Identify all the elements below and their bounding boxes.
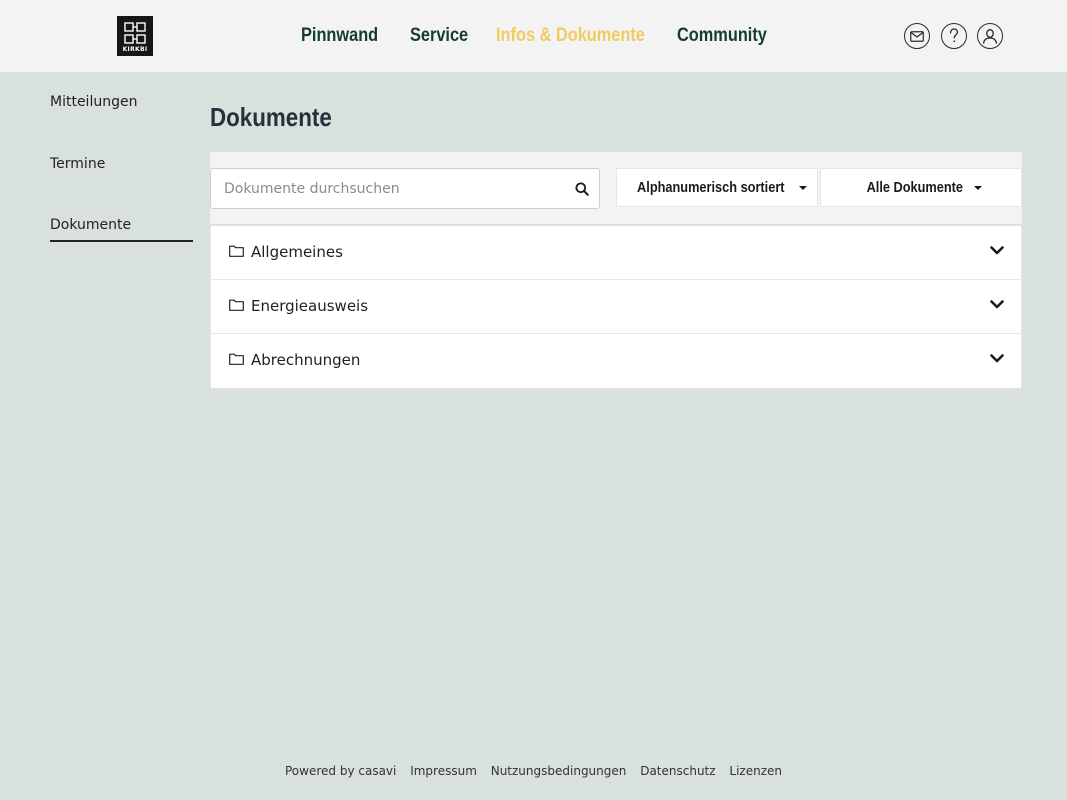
footer-link-nutzungsbedingungen[interactable]: Nutzungsbedingungen	[491, 764, 627, 778]
folder-icon	[229, 353, 244, 365]
sidebar-item-dokumente[interactable]: Dokumente	[50, 217, 194, 242]
nav-item-pinnwand[interactable]: Pinnwand	[301, 22, 378, 50]
user-button[interactable]	[977, 23, 1003, 49]
nav-item-infos-dokumente[interactable]: Infos & Dokumente	[496, 22, 645, 50]
search-box	[210, 168, 600, 209]
filter-dropdown[interactable]: Alle Dokumente	[820, 168, 1022, 207]
folder-icon	[229, 299, 244, 311]
sidebar-item-termine[interactable]: Termine	[50, 156, 105, 172]
search-icon[interactable]	[575, 182, 589, 196]
folder-icon	[229, 245, 244, 257]
folder-label: Allgemeines	[251, 243, 343, 261]
footer-link-impressum[interactable]: Impressum	[410, 764, 477, 778]
caret-down-icon	[973, 185, 982, 190]
folder-row-allgemeines[interactable]: Allgemeines	[211, 226, 1021, 280]
top-header: KIRKBI Pinnwand Service Infos & Dokument…	[0, 0, 1067, 72]
folder-label: Energieausweis	[251, 297, 369, 315]
footer-link-datenschutz[interactable]: Datenschutz	[640, 764, 715, 778]
nav-item-community[interactable]: Community	[677, 22, 767, 50]
document-toolbar: Alphanumerisch sortiert Alle Dokumente	[210, 152, 1022, 224]
sidebar-item-mitteilungen[interactable]: Mitteilungen	[50, 94, 137, 110]
sort-dropdown[interactable]: Alphanumerisch sortiert	[616, 168, 818, 207]
user-icon	[982, 29, 998, 44]
page-title: Dokumente	[210, 102, 332, 132]
filter-dropdown-label: Alle Dokumente	[866, 179, 964, 196]
mail-button[interactable]	[904, 23, 930, 49]
folder-row-energieausweis[interactable]: Energieausweis	[211, 280, 1021, 334]
sort-dropdown-label: Alphanumerisch sortiert	[637, 179, 785, 196]
nav-item-service[interactable]: Service	[410, 22, 468, 50]
help-button[interactable]	[941, 23, 967, 49]
search-input[interactable]	[211, 169, 571, 208]
footer-powered-by-link[interactable]: Powered by casavi	[285, 764, 396, 778]
folder-list: Allgemeines Energieausweis Abrechnungen	[210, 225, 1022, 389]
footer: Powered by casavi Impressum Nutzungsbedi…	[0, 764, 1067, 780]
folder-row-abrechnungen[interactable]: Abrechnungen	[211, 334, 1021, 388]
folder-label: Abrechnungen	[251, 351, 361, 369]
mail-icon	[910, 30, 924, 42]
help-icon	[949, 28, 959, 43]
chevron-down-icon[interactable]	[990, 354, 1004, 363]
caret-down-icon	[798, 185, 807, 190]
chevron-down-icon[interactable]	[990, 300, 1004, 309]
chevron-down-icon[interactable]	[990, 246, 1004, 255]
footer-link-lizenzen[interactable]: Lizenzen	[729, 764, 782, 778]
